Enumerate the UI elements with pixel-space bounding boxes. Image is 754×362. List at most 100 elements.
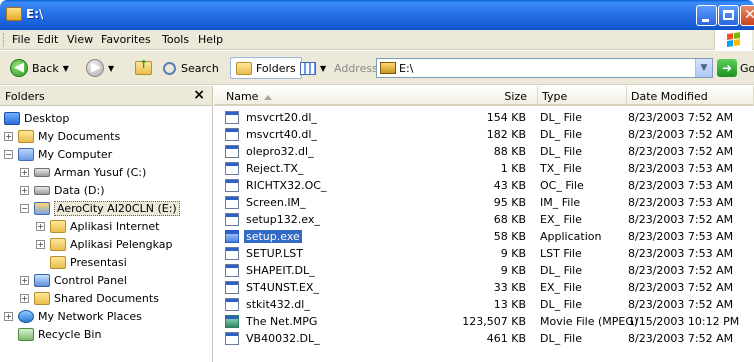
forward-button[interactable]: ▶ ▼ (86, 57, 114, 79)
collapse-icon[interactable]: − (20, 204, 29, 213)
collapse-icon[interactable]: − (4, 150, 13, 159)
tree-item-drive-e[interactable]: − AeroCity AI20CLN (E:) (20, 200, 180, 217)
file-row[interactable]: msvcrt40.dl_ 182 KB DL_ File 8/23/2003 7:52… (214, 127, 754, 143)
menu-file[interactable]: File (12, 33, 30, 46)
close-folders-pane-icon[interactable]: × (193, 87, 205, 103)
title-bar[interactable]: E:\ ✕ (0, 0, 754, 30)
address-input[interactable]: E:\ (399, 62, 413, 75)
tree-item-my-network-places[interactable]: + My Network Places (4, 308, 142, 325)
menu-tools[interactable]: Tools (162, 33, 189, 46)
back-button[interactable]: ◀ Back ▼ (10, 57, 69, 79)
application-icon (225, 230, 239, 243)
expand-icon[interactable]: + (20, 168, 29, 177)
tree-item-drive-c[interactable]: + Arman Yusuf (C:) (20, 164, 146, 181)
file-row[interactable]: stkit432.dl_ 13 KB DL_ File 8/23/2003 7:52 … (214, 297, 754, 313)
windows-logo-icon (714, 30, 752, 50)
expand-icon[interactable]: + (36, 240, 45, 249)
folders-pane: Folders × Desktop + My Documents − My Co… (0, 86, 213, 362)
file-date-modified: 8/23/2003 7:53 AM (628, 162, 734, 175)
file-icon (225, 196, 239, 209)
back-label: Back (32, 61, 59, 75)
expand-icon[interactable]: + (4, 312, 13, 321)
folders-button[interactable]: Folders (230, 57, 302, 79)
file-row[interactable]: Screen.IM_ 95 KB IM_ File 8/23/2003 7:53 AM (214, 195, 754, 211)
file-row[interactable]: RICHTX32.OC_ 43 KB OC_ File 8/23/2003 7:53 … (214, 178, 754, 194)
file-type: TX_ File (540, 162, 582, 175)
file-icon (225, 264, 239, 277)
tree-item-my-computer[interactable]: − My Computer (4, 146, 112, 163)
column-header-type[interactable]: Type (538, 86, 627, 106)
file-date-modified: 8/23/2003 7:52 AM (628, 332, 734, 345)
folder-icon (50, 220, 66, 233)
file-type: DL_ File (540, 264, 583, 277)
file-date-modified: 1/15/2003 10:12 PM (628, 315, 740, 328)
menu-favorites[interactable]: Favorites (101, 33, 151, 46)
address-dropdown-icon[interactable]: ▼ (695, 59, 712, 77)
forward-dropdown-icon[interactable]: ▼ (108, 64, 114, 73)
window-title: E:\ (26, 7, 44, 21)
file-type: OC_ File (540, 179, 584, 192)
cd-drive-icon (34, 202, 50, 215)
menu-view[interactable]: View (67, 33, 93, 46)
menu-edit[interactable]: Edit (37, 33, 58, 46)
back-dropdown-icon[interactable]: ▼ (63, 64, 69, 73)
file-row[interactable]: msvcrt20.dl_ 154 KB DL_ File 8/23/2003 7:52… (214, 110, 754, 126)
network-places-icon (18, 310, 34, 323)
maximize-button[interactable] (718, 5, 739, 26)
views-button[interactable]: ▼ (300, 57, 326, 79)
file-row[interactable]: setup132.ex_ 68 KB EX_ File 8/23/2003 7:52 … (214, 212, 754, 228)
search-button[interactable]: Search (163, 57, 219, 79)
file-type: DL_ File (540, 332, 583, 345)
menu-help[interactable]: Help (198, 33, 223, 46)
folder-icon (50, 238, 66, 251)
go-button[interactable]: ➜ (717, 59, 737, 77)
file-row[interactable]: SHAPEIT.DL_ 9 KB DL_ File 8/23/2003 7:52 AM (214, 263, 754, 279)
folder-icon (18, 130, 34, 143)
tree-item-shared-documents[interactable]: + Shared Documents (20, 290, 159, 307)
tree-item-presentasi[interactable]: Presentasi (50, 254, 127, 271)
go-label[interactable]: Go (740, 62, 754, 75)
expand-icon[interactable]: + (36, 222, 45, 231)
close-button[interactable]: ✕ (740, 5, 754, 26)
file-row[interactable]: setup.exe 58 KB Application 8/23/2003 7:53 … (214, 229, 754, 245)
standard-toolbar: ◀ Back ▼ ▶ ▼ ↑ Search Folders ▼ Address … (0, 51, 754, 85)
file-date-modified: 8/23/2003 7:52 AM (628, 281, 734, 294)
file-row[interactable]: SETUP.LST 9 KB LST File 8/23/2003 7:53 AM (214, 246, 754, 262)
column-name-label: Name (226, 90, 259, 103)
expand-icon[interactable]: + (20, 294, 29, 303)
maximize-icon (723, 10, 734, 20)
file-name: ST4UNST.EX_ (246, 281, 319, 294)
tree-item-control-panel[interactable]: + Control Panel (20, 272, 127, 289)
tree-label: Aplikasi Pelengkap (70, 238, 173, 251)
column-type-label: Type (542, 90, 568, 103)
folder-icon (34, 292, 50, 305)
file-type: LST File (540, 247, 582, 260)
file-size: 43 KB (493, 179, 526, 192)
expand-icon[interactable]: + (20, 186, 29, 195)
file-size: 9 KB (500, 264, 526, 277)
forward-arrow-icon: ▶ (86, 59, 104, 77)
tree-item-drive-d[interactable]: + Data (D:) (20, 182, 105, 199)
tree-label: Arman Yusuf (C:) (54, 166, 147, 179)
file-row[interactable]: VB40032.DL_ 461 KB DL_ File 8/23/2003 7:52 … (214, 331, 754, 347)
file-row[interactable]: olepro32.dl_ 88 KB DL_ File 8/23/2003 7:52 … (214, 144, 754, 160)
minimize-button[interactable] (696, 5, 717, 26)
tree-item-aplikasi-pelengkap[interactable]: + Aplikasi Pelengkap (36, 236, 173, 253)
tree-item-aplikasi-internet[interactable]: + Aplikasi Internet (36, 218, 160, 235)
file-icon (225, 332, 239, 345)
expand-icon[interactable]: + (20, 276, 29, 285)
folders-pane-title: Folders (5, 90, 45, 103)
address-bar[interactable]: E:\ ▼ (376, 58, 713, 78)
tree-item-desktop[interactable]: Desktop (4, 110, 69, 127)
file-size: 88 KB (493, 145, 526, 158)
column-header-date-modified[interactable]: Date Modified (627, 86, 754, 106)
file-name: msvcrt40.dl_ (246, 128, 317, 141)
expand-icon[interactable]: + (4, 132, 13, 141)
tree-item-recycle-bin[interactable]: Recycle Bin (18, 326, 101, 343)
tree-item-my-documents[interactable]: + My Documents (4, 128, 120, 145)
file-row[interactable]: Reject.TX_ 1 KB TX_ File 8/23/2003 7:53 AM (214, 161, 754, 177)
up-folder-button[interactable]: ↑ (135, 57, 152, 79)
column-header-size[interactable]: Size (426, 86, 538, 106)
file-row[interactable]: ST4UNST.EX_ 33 KB EX_ File 8/23/2003 7:52 A… (214, 280, 754, 296)
file-row[interactable]: The Net.MPG 123,507 KB Movie File (MPEG) 1/… (214, 314, 754, 330)
